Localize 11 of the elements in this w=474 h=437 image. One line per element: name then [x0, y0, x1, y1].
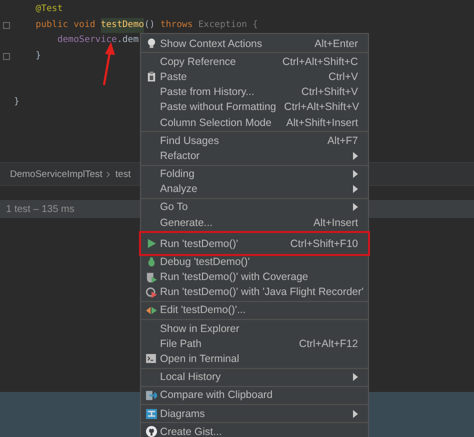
code-token: public void [34, 18, 96, 32]
code-token: } [34, 50, 42, 62]
code-token: Exception { [198, 18, 258, 32]
code-token: .dem [116, 34, 139, 47]
code-token: testDemo [100, 18, 144, 33]
code-token: @Test [34, 3, 63, 16]
code-token: throws [160, 18, 194, 32]
code-token: demoService [56, 34, 117, 47]
code-token: } [14, 96, 20, 109]
test-status: 1 test – 135 ms [6, 204, 74, 214]
code-token: () [144, 18, 156, 32]
